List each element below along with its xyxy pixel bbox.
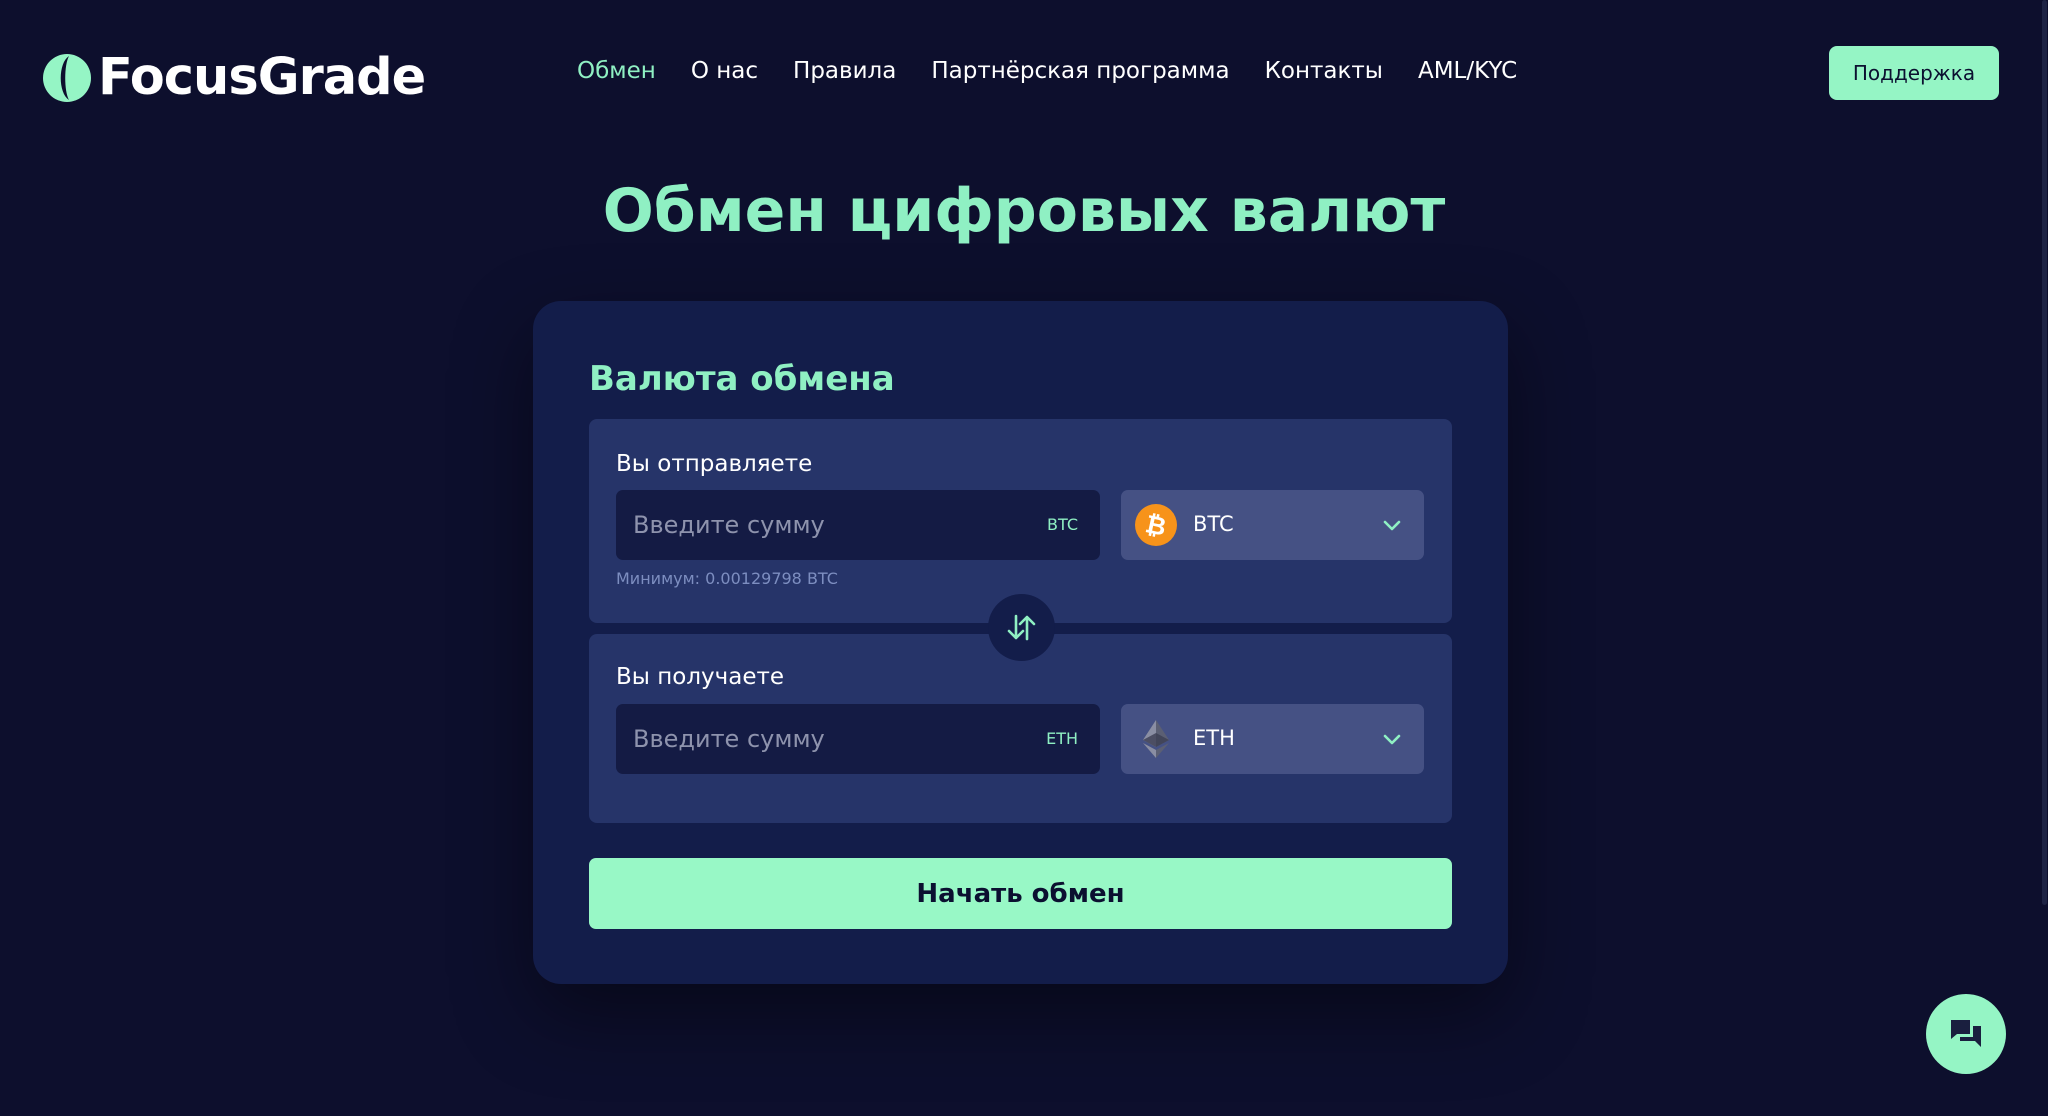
swap-button[interactable] [988,594,1055,661]
send-panel: Вы отправляете BTC ₿ BTC Минимум: 0.0012… [589,419,1452,623]
logo-icon [43,53,91,102]
receive-currency-select[interactable]: ETH [1121,704,1424,774]
send-currency-select[interactable]: ₿ BTC [1121,490,1424,560]
ethereum-icon [1143,720,1169,758]
exchange-card: Валюта обмена Вы отправляете BTC ₿ BTC М… [533,301,1508,984]
chevron-down-icon [1383,734,1401,745]
receive-panel: Вы получаете ETH ETH [589,634,1452,823]
nav-link-partner-program[interactable]: Партнёрская программа [931,58,1229,84]
send-minimum-note: Минимум: 0.00129798 BTC [616,569,838,588]
nav-link-aml-kyc[interactable]: AML/KYC [1418,58,1517,84]
nav-link-about[interactable]: О нас [691,58,758,84]
nav-link-contacts[interactable]: Контакты [1265,58,1383,84]
nav-link-exchange[interactable]: Обмен [577,58,656,84]
nav-link-rules[interactable]: Правила [793,58,896,84]
receive-label: Вы получаете [616,664,785,690]
send-amount-input[interactable] [616,490,1006,560]
receive-amount-input[interactable] [616,704,1006,774]
main-nav: Обмен О нас Правила Партнёрская программ… [577,58,1517,84]
send-label: Вы отправляете [616,451,813,477]
chevron-down-icon [1383,520,1401,531]
card-heading: Валюта обмена [589,359,895,399]
send-unit: BTC [1047,515,1078,534]
support-button[interactable]: Поддержка [1829,46,1999,100]
logo-text: FocusGrade [98,48,426,107]
send-currency-name: BTC [1193,512,1234,536]
exchange-page: FocusGrade Обмен О нас Правила Партнёрск… [0,0,2048,1116]
receive-amount-box: ETH [616,704,1100,774]
chat-icon [1951,1020,1981,1047]
receive-currency-name: ETH [1193,726,1235,750]
logo[interactable]: FocusGrade [42,48,426,107]
start-exchange-button[interactable]: Начать обмен [589,858,1452,929]
bitcoin-icon: ₿ [1135,504,1177,546]
swap-arrows-icon [1007,614,1036,641]
send-amount-box: BTC [616,490,1100,560]
scrollbar-thumb[interactable] [2042,0,2047,905]
receive-unit: ETH [1046,729,1078,748]
chat-button[interactable] [1926,994,2006,1074]
page-title: Обмен цифровых валют [602,176,1446,246]
page-scrollbar[interactable] [2041,0,2048,1116]
